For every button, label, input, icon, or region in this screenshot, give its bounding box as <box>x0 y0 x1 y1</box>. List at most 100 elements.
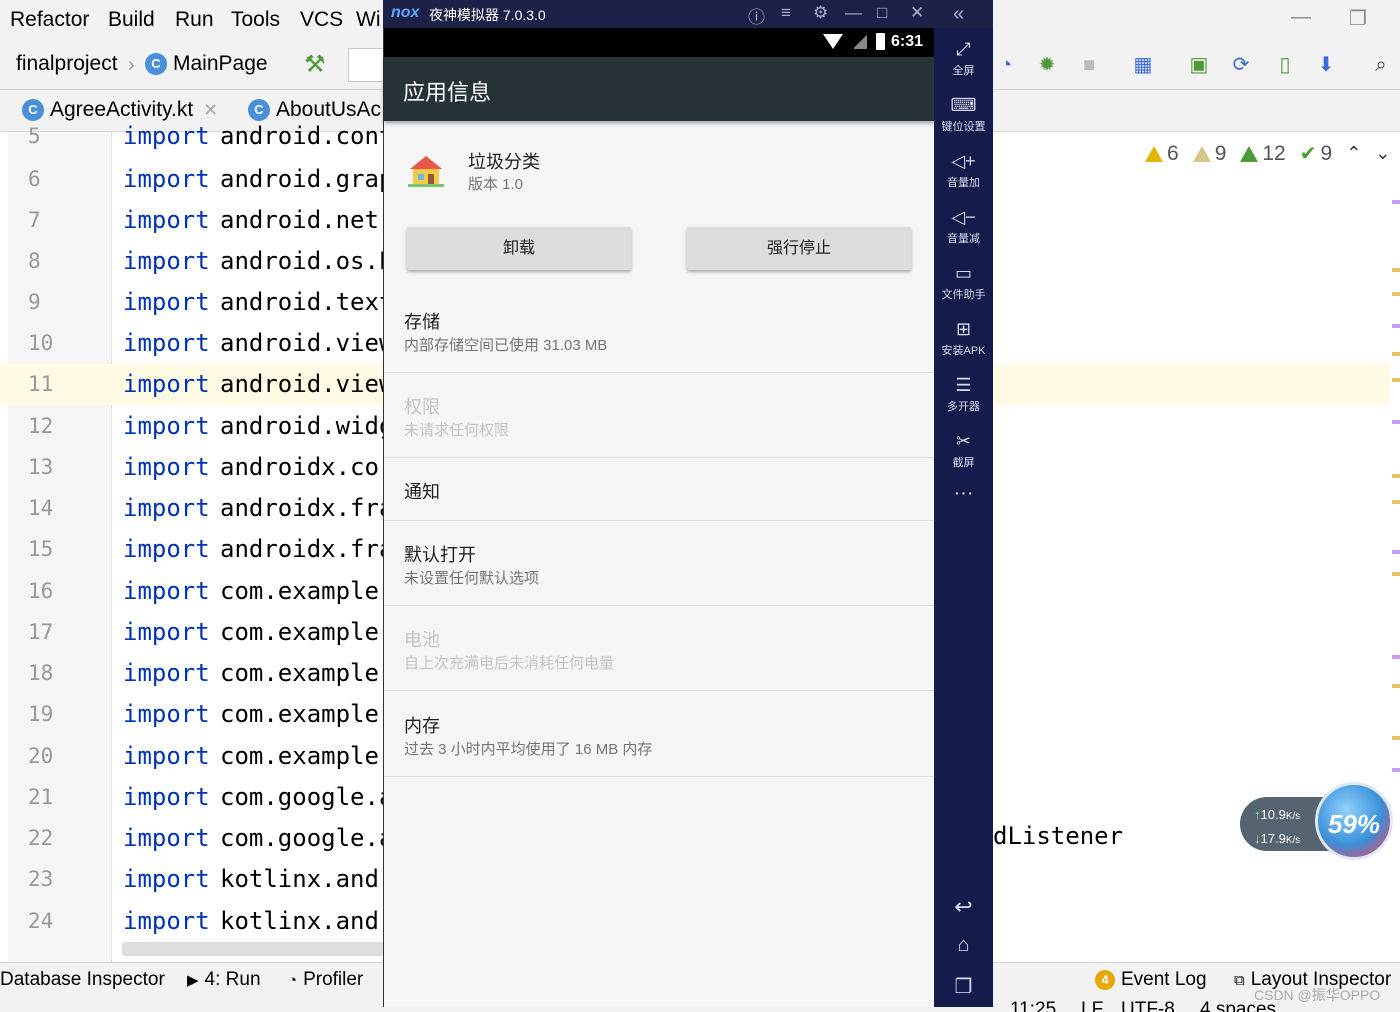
line-number: 15 <box>28 537 54 561</box>
package-path: androidx.fra <box>220 535 394 563</box>
debug-bug-icon[interactable]: ✹ <box>1034 52 1060 78</box>
line-separator[interactable]: LF <box>1081 999 1103 1012</box>
pref-open-by-default[interactable]: 默认打开 未设置任何默认选项 <box>384 521 935 606</box>
menu-vcs[interactable]: VCS <box>300 8 343 32</box>
package-path: android.view <box>220 370 394 398</box>
android-status-bar: 6:31 <box>384 28 935 57</box>
pref-battery: 电池 自上次充满电后未消耗任何电量 <box>384 606 935 691</box>
recents-icon[interactable]: ❐ <box>934 974 993 999</box>
install-apk-button[interactable]: ⊞ 安装APK <box>934 318 993 358</box>
minimize-icon[interactable]: — <box>845 3 862 23</box>
line-number: 24 <box>28 909 54 933</box>
event-log-tab[interactable]: 4 Event Log <box>1095 969 1207 991</box>
stripe-mark <box>1392 292 1400 296</box>
sync-gradle-icon[interactable]: ⟳ <box>1228 52 1254 78</box>
layout-inspector-icon: ⧉ <box>1234 971 1245 989</box>
uninstall-button[interactable]: 卸载 <box>407 227 631 270</box>
package-path: com.example. <box>220 659 394 687</box>
signal-icon <box>854 34 867 49</box>
screenshot-button[interactable]: ✂ 截屏 <box>934 430 993 470</box>
pref-summary: 过去 3 小时内平均使用了 16 MB 内存 <box>404 741 653 758</box>
keyword: import <box>123 122 210 150</box>
package-path: android.cont <box>220 122 394 150</box>
volume-up-button[interactable]: ◁+ 音量加 <box>934 150 993 190</box>
chevron-up-icon[interactable]: ⌃ <box>1346 143 1361 164</box>
line-number: 22 <box>28 826 54 850</box>
multi-instance-button[interactable]: ☰ 多开器 <box>934 374 993 414</box>
keyword: import <box>123 824 210 852</box>
menu-window[interactable]: Wi <box>356 8 381 32</box>
line-number: 12 <box>28 414 54 438</box>
help-icon[interactable]: ⓘ <box>748 3 765 28</box>
line-number: 14 <box>28 496 54 520</box>
app-version: 版本 1.0 <box>468 176 524 193</box>
package-path: com.example. <box>220 700 394 728</box>
volume-down-button[interactable]: ◁− 音量减 <box>934 206 993 246</box>
stop-icon[interactable]: ■ <box>1076 52 1102 78</box>
stripe-mark <box>1392 500 1400 504</box>
project-structure-icon[interactable]: ▦ <box>1130 52 1156 78</box>
side-label: 音量加 <box>947 177 980 189</box>
memory-ball[interactable]: 59% <box>1315 782 1393 860</box>
stripe-mark <box>1392 550 1400 554</box>
profile-icon[interactable]: ◔ <box>993 52 1019 78</box>
menu-run[interactable]: Run <box>175 8 214 32</box>
more-button[interactable]: ··· <box>934 482 993 505</box>
code-fragment: dListener <box>993 822 1124 850</box>
menu-icon[interactable]: ≡ <box>781 3 791 23</box>
back-icon[interactable]: ↩ <box>934 894 993 920</box>
android-config-icon: C <box>145 53 167 75</box>
line-number: 21 <box>28 785 54 809</box>
pref-notifications[interactable]: 通知 <box>384 458 935 521</box>
breadcrumb-project[interactable]: finalproject <box>16 52 118 76</box>
menu-tools[interactable]: Tools <box>231 8 280 32</box>
keyword: import <box>123 783 210 811</box>
home-icon[interactable]: ⌂ <box>934 934 993 957</box>
sdk-manager-icon[interactable]: ⬇ <box>1313 52 1339 78</box>
typo-icon <box>1240 145 1259 162</box>
caret-position[interactable]: 11:25 <box>1010 999 1056 1012</box>
run-tab[interactable]: ▶ 4: Run <box>187 969 261 991</box>
collapse-sidebar-icon[interactable]: « <box>953 3 964 26</box>
file-encoding[interactable]: UTF-8 <box>1121 999 1175 1012</box>
page-title: 应用信息 <box>403 80 492 105</box>
device-selector[interactable] <box>348 48 388 82</box>
keyboard-icon: ⌨ <box>950 95 977 115</box>
avd-manager-icon[interactable]: ▣ <box>1186 52 1212 78</box>
line-number: 8 <box>28 249 41 273</box>
pref-permissions: 权限 未请求任何权限 <box>384 373 935 458</box>
pref-title: 存储 <box>404 312 440 332</box>
keyword: import <box>123 577 210 605</box>
keymap-button[interactable]: ⌨ 键位设置 <box>934 94 993 134</box>
database-inspector-tab[interactable]: Database Inspector <box>0 969 165 991</box>
package-path: android.text <box>220 288 394 316</box>
horizontal-scrollbar[interactable] <box>122 942 384 956</box>
app-name: 垃圾分类 <box>468 152 540 172</box>
keyword: import <box>123 329 210 357</box>
keyword: import <box>123 535 210 563</box>
restore-icon[interactable]: ❐ <box>1349 6 1367 31</box>
package-path: com.example. <box>220 742 394 770</box>
fullscreen-button[interactable]: ⤢ 全屏 <box>934 38 993 78</box>
settings-gear-icon[interactable]: ⚙ <box>813 3 828 23</box>
maximize-icon[interactable]: □ <box>877 3 887 23</box>
profiler-tab[interactable]: ◔ Profiler <box>288 969 363 991</box>
stripe-mark <box>1392 572 1400 576</box>
menu-build[interactable]: Build <box>108 8 155 32</box>
build-hammer-icon[interactable]: ⚒ <box>304 50 326 79</box>
close-icon[interactable]: ✕ <box>910 3 924 23</box>
menu-refactor[interactable]: Refactor <box>10 8 89 32</box>
search-icon[interactable]: ⌕ <box>1368 52 1394 78</box>
run-config-selector[interactable]: C MainPage <box>145 52 268 76</box>
keyword: import <box>123 494 210 522</box>
inspection-widget[interactable]: 6 9 12 ✔ 9 ⌃ ⌄ <box>1145 141 1390 166</box>
minimize-icon[interactable]: — <box>1291 6 1311 29</box>
chevron-down-icon[interactable]: ⌄ <box>1375 143 1390 164</box>
file-helper-button[interactable]: ▭ 文件助手 <box>934 262 993 302</box>
pref-storage[interactable]: 存储 内部存储空间已使用 31.03 MB <box>384 290 935 373</box>
keyword: import <box>123 907 210 935</box>
pref-memory[interactable]: 内存 过去 3 小时内平均使用了 16 MB 内存 <box>384 691 935 777</box>
line-number: 13 <box>28 455 54 479</box>
device-file-icon[interactable]: ▯ <box>1272 52 1298 78</box>
force-stop-button[interactable]: 强行停止 <box>687 227 911 270</box>
